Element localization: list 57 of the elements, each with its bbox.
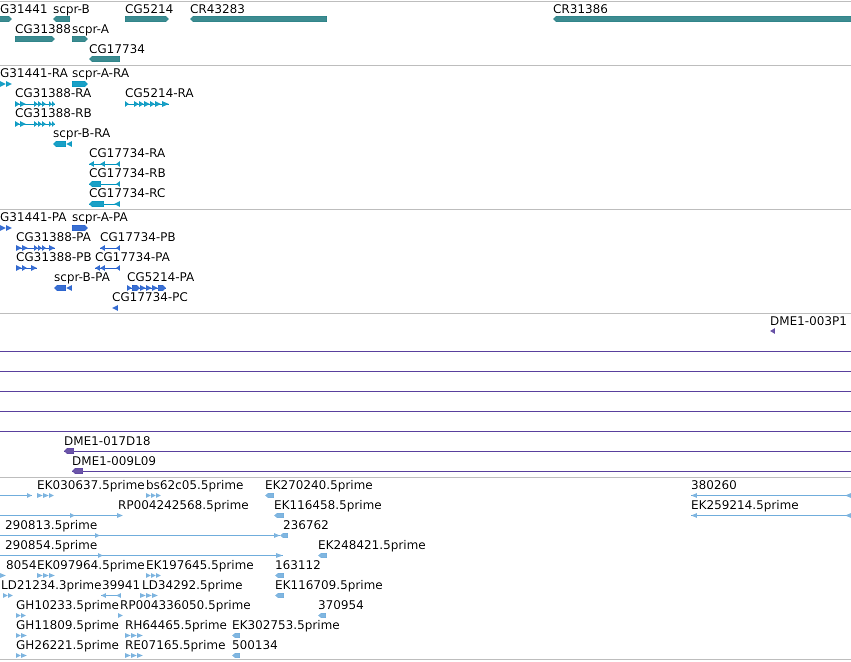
feature-label: CG17734-PA xyxy=(95,250,170,264)
feature-label: CG17734-RA xyxy=(89,146,166,160)
feature-label: 8054 xyxy=(6,558,37,572)
feature-label: CG31388-PA xyxy=(16,230,91,244)
feature-label: CG5214-PA xyxy=(127,270,194,284)
feature-label: GH11809.5prime xyxy=(16,618,119,632)
feature-label: CG31388 xyxy=(15,22,71,36)
feature-label: DME1-009L09 xyxy=(72,454,156,468)
feature-label: CG31388-RA xyxy=(15,86,92,100)
feature-label: 290854.5prime xyxy=(5,538,98,552)
feature-label: CG5214 xyxy=(125,2,174,16)
feature-label: LD34292.5prime xyxy=(142,578,243,592)
feature-label: CG17734-RC xyxy=(89,186,166,200)
feature-label: GH10233.5prime xyxy=(16,598,119,612)
feature-label: CR31386 xyxy=(553,2,608,16)
feature-label: CG31388-PB xyxy=(16,250,92,264)
feature-label: 39941 xyxy=(102,578,140,592)
feature-label: RP004336050.5prime xyxy=(120,598,251,612)
feature-label: LD21234.3prime xyxy=(1,578,102,592)
feature-label: CG17734-PC xyxy=(112,290,188,304)
feature-label: scpr-B-RA xyxy=(53,126,110,140)
feature-label: RH64465.5prime xyxy=(125,618,227,632)
feature-label: scpr-B-PA xyxy=(54,270,110,284)
feature-label: EK248421.5prime xyxy=(318,538,426,552)
feature-label: DME1-017D18 xyxy=(64,434,151,448)
feature-label: DME1-003P1 xyxy=(770,314,847,328)
feature-label: CG5214-RA xyxy=(125,86,194,100)
feature-label: GH26221.5prime xyxy=(16,638,119,652)
feature-label: 290813.5prime xyxy=(5,518,98,532)
feature-label: G31441-PA xyxy=(0,210,66,224)
feature-label: EK116709.5prime xyxy=(275,578,383,592)
feature-label: scpr-A xyxy=(72,22,109,36)
feature-label: EK030637.5prime xyxy=(37,478,145,492)
feature-label: CG31388-RB xyxy=(15,106,92,120)
feature-label: CG17734 xyxy=(89,42,145,56)
feature-label: CG17734-RB xyxy=(89,166,166,180)
feature-label: CR43283 xyxy=(190,2,245,16)
feature-label: EK259214.5prime xyxy=(691,498,799,512)
feature-label: scpr-A-PA xyxy=(72,210,128,224)
feature-label: scpr-A-RA xyxy=(72,66,130,80)
feature-label: EK116458.5prime xyxy=(274,498,382,512)
feature-label: 500134 xyxy=(232,638,278,652)
feature-label: 380260 xyxy=(691,478,737,492)
feature-label: EK197645.5prime xyxy=(146,558,254,572)
feature-label: 163112 xyxy=(275,558,321,572)
feature-label: RE07165.5prime xyxy=(125,638,226,652)
feature-label: G31441 xyxy=(0,2,48,16)
feature-label: scpr-B xyxy=(53,2,90,16)
feature-label: RP004242568.5prime xyxy=(118,498,249,512)
feature-label: bs62c05.5prime xyxy=(146,478,244,492)
feature-label: EK097964.5prime xyxy=(37,558,145,572)
feature-label: G31441-RA xyxy=(0,66,68,80)
feature-label: 236762 xyxy=(283,518,329,532)
feature-label: 370954 xyxy=(318,598,364,612)
feature-label: EK302753.5prime xyxy=(232,618,340,632)
feature-label: EK270240.5prime xyxy=(265,478,373,492)
feature-label: CG17734-PB xyxy=(100,230,176,244)
